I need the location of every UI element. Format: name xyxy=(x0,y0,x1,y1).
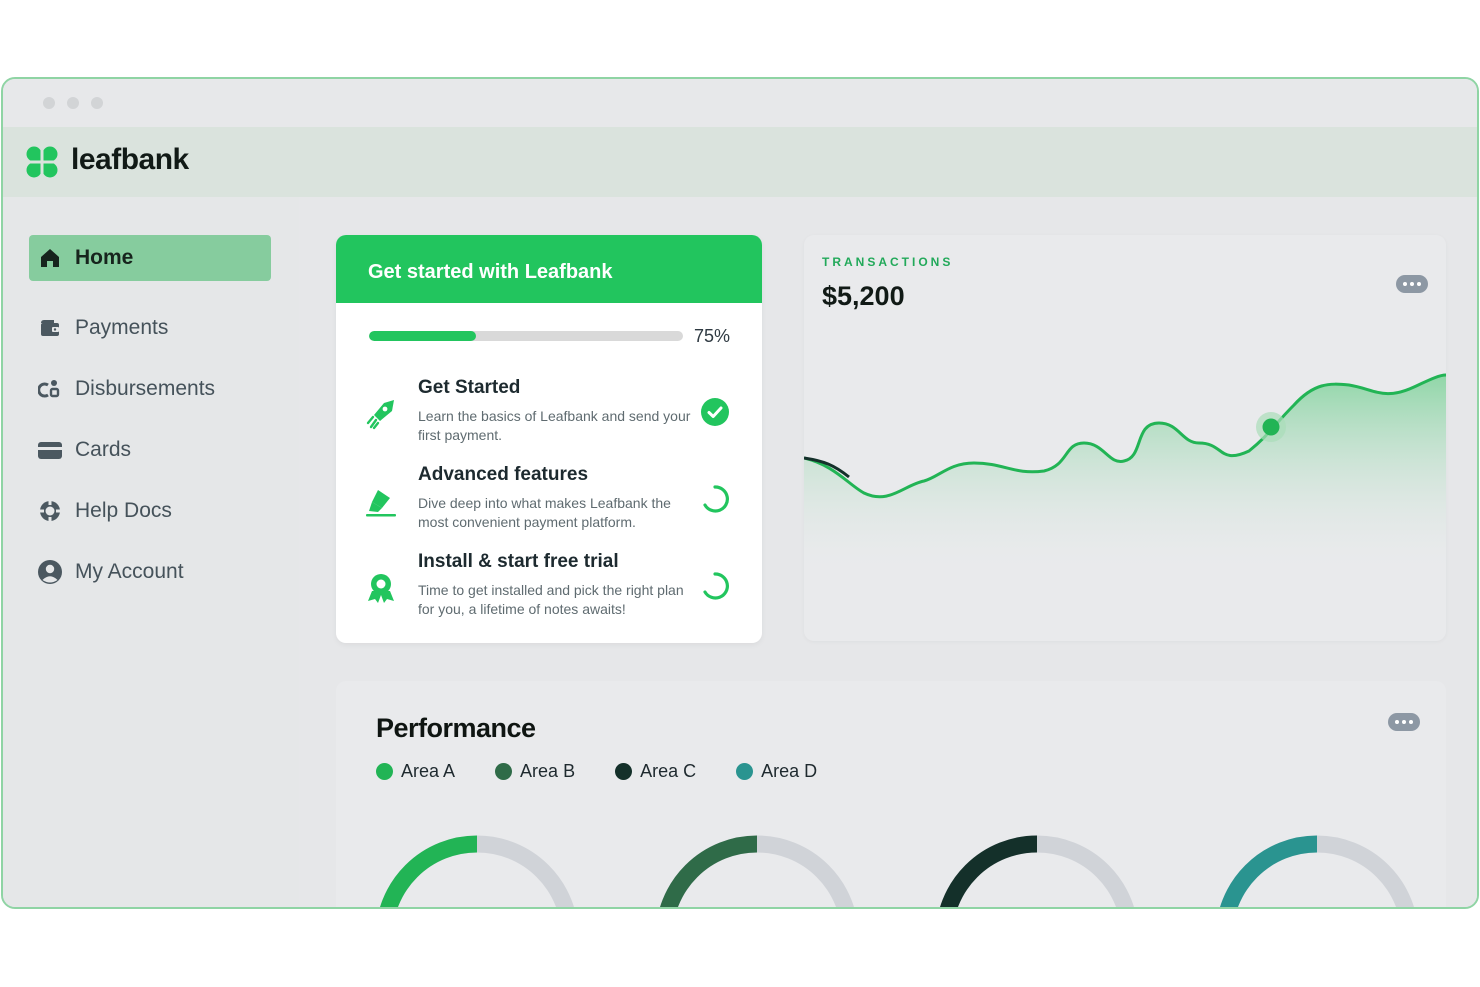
badge-icon xyxy=(368,574,394,603)
sidebar-item-label: My Account xyxy=(75,560,184,583)
transactions-area xyxy=(804,375,1446,641)
window-minimize-dot[interactable] xyxy=(67,97,79,109)
wallet-icon xyxy=(37,315,63,341)
highlighter-icon xyxy=(366,490,396,517)
task-title: Get Started xyxy=(418,377,521,398)
task-install-free-trial[interactable]: Install & start free trial Time to get i… xyxy=(336,551,762,631)
gauge-area-c xyxy=(940,835,1134,907)
legend-item-area-d[interactable]: Area D xyxy=(736,761,817,782)
transactions-point[interactable] xyxy=(1262,418,1280,436)
task-advanced-features[interactable]: Advanced features Dive deep into what ma… xyxy=(336,464,762,544)
legend-swatch xyxy=(376,763,393,780)
loading-spinner-icon xyxy=(703,572,729,600)
progress-percent: 75% xyxy=(694,326,731,346)
get-started-card: Get started with Leafbank 75% Get Starte… xyxy=(336,235,762,643)
lifebuoy-icon xyxy=(37,498,63,524)
brand-bar: leafbank xyxy=(3,127,1477,197)
progress-fill xyxy=(369,331,476,341)
task-description: Dive deep into what makes Leafbank the m… xyxy=(418,495,671,530)
legend-item-area-b[interactable]: Area B xyxy=(495,761,575,782)
transactions-card: TRANSACTIONS $5,200 xyxy=(804,235,1446,641)
task-title: Advanced features xyxy=(418,464,589,485)
transactions-label: TRANSACTIONS xyxy=(822,255,954,269)
sidebar-item-label: Disbursements xyxy=(75,377,216,400)
legend-label: Area D xyxy=(761,761,818,781)
transactions-line-chart xyxy=(804,373,1446,641)
performance-more-button[interactable] xyxy=(1388,713,1420,731)
window-close-dot[interactable] xyxy=(43,97,55,109)
legend-item-area-c[interactable]: Area C xyxy=(615,761,696,782)
window-maximize-dot[interactable] xyxy=(91,97,103,109)
app-window: leafbank Home Payments Disbursements Car… xyxy=(1,77,1479,909)
transactions-more-button[interactable] xyxy=(1396,275,1428,293)
sidebar-item-payments[interactable]: Payments xyxy=(29,305,271,351)
sidebar: Home Payments Disbursements Cards Help D… xyxy=(3,197,299,907)
transactions-value: $5,200 xyxy=(822,281,905,311)
home-icon xyxy=(37,245,63,271)
sidebar-item-disbursements[interactable]: Disbursements xyxy=(29,366,271,412)
task-description: Time to get installed and pick the right… xyxy=(418,582,684,617)
sidebar-item-cards[interactable]: Cards xyxy=(29,427,271,473)
performance-card: Performance Area A Area B Area C Area D xyxy=(336,681,1446,907)
legend-item-area-a[interactable]: Area A xyxy=(376,761,455,782)
sidebar-item-my-account[interactable]: My Account xyxy=(29,549,271,595)
sidebar-item-label: Cards xyxy=(75,438,132,461)
sidebar-item-label: Payments xyxy=(75,316,169,339)
gauge-area-d xyxy=(1220,835,1414,907)
legend-swatch xyxy=(615,763,633,780)
leafbank-logo-icon xyxy=(26,146,58,178)
check-circle-icon xyxy=(701,398,729,426)
get-started-title: Get started with Leafbank xyxy=(336,235,762,303)
sidebar-item-help-docs[interactable]: Help Docs xyxy=(29,488,271,534)
onboarding-progress-bar xyxy=(369,331,683,341)
legend-label: Area C xyxy=(640,761,697,781)
gauge-area-a xyxy=(380,835,574,907)
legend-label: Area A xyxy=(401,761,456,781)
rocket-icon xyxy=(366,400,394,430)
title-bar xyxy=(3,79,1477,127)
more-dots-icon xyxy=(1403,282,1407,286)
sidebar-item-label: Home xyxy=(75,246,134,269)
performance-legend: Area A Area B Area C Area D xyxy=(376,761,817,782)
performance-title: Performance xyxy=(376,713,536,743)
card-icon xyxy=(37,437,63,463)
sidebar-item-home[interactable]: Home xyxy=(29,235,271,281)
task-title: Install & start free trial xyxy=(418,551,619,572)
more-dots-icon xyxy=(1395,720,1399,724)
loading-spinner-icon xyxy=(703,485,729,513)
legend-swatch xyxy=(736,763,754,780)
brand-name: leafbank xyxy=(71,143,189,176)
user-circle-icon xyxy=(37,559,63,585)
disbursements-icon xyxy=(37,376,63,402)
main-content: Get started with Leafbank 75% Get Starte… xyxy=(299,197,1477,907)
gauge-area-b xyxy=(660,835,854,907)
task-description: Learn the basics of Leafbank and send yo… xyxy=(418,408,691,443)
sidebar-item-label: Help Docs xyxy=(75,499,172,522)
task-get-started[interactable]: Get Started Learn the basics of Leafbank… xyxy=(336,377,762,457)
legend-label: Area B xyxy=(520,761,576,781)
legend-swatch xyxy=(495,763,513,780)
